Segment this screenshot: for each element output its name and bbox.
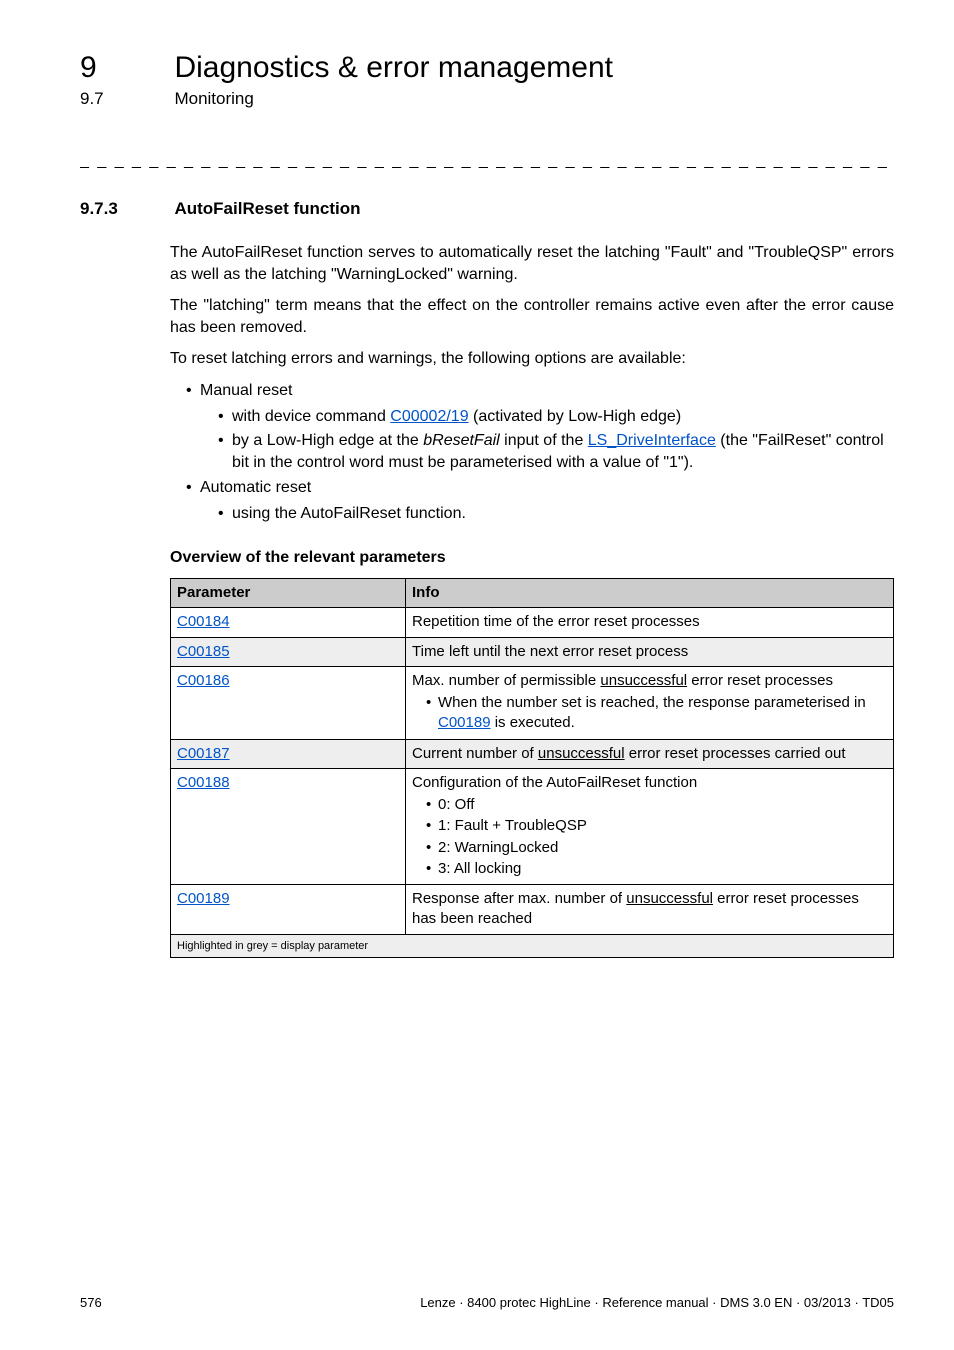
table-cell: Repetition time of the error reset proce… bbox=[406, 608, 894, 637]
sub-heading: Overview of the relevant parameters bbox=[170, 547, 894, 569]
text: with device command bbox=[232, 408, 390, 425]
paragraph: The AutoFailReset function serves to aut… bbox=[170, 242, 894, 285]
xref-link[interactable]: C00002/19 bbox=[390, 408, 468, 425]
text: When the number set is reached, the resp… bbox=[438, 694, 866, 711]
table-bullet: 3: All locking bbox=[426, 859, 887, 879]
text: is executed. bbox=[491, 714, 575, 731]
list-item: Automatic reset using the AutoFailReset … bbox=[186, 477, 894, 524]
table-cell: Time left until the next error reset pro… bbox=[406, 637, 894, 666]
table-bullet: 1: Fault + TroubleQSP bbox=[426, 816, 887, 836]
parameter-table: Parameter Info C00184 Repetition time of… bbox=[170, 578, 894, 958]
table-cell: Configuration of the AutoFailReset funct… bbox=[406, 768, 894, 884]
list-item: using the AutoFailReset function. bbox=[218, 503, 894, 525]
xref-link[interactable]: LS_DriveInterface bbox=[588, 432, 716, 449]
xref-link[interactable]: C00184 bbox=[177, 613, 230, 630]
text: Configuration of the AutoFailReset funct… bbox=[412, 774, 697, 791]
table-header: Info bbox=[406, 579, 894, 608]
table-bullet: 0: Off bbox=[426, 795, 887, 815]
table-cell: Response after max. number of unsuccessf… bbox=[406, 885, 894, 935]
chapter-title: Diagnostics & error management bbox=[174, 48, 613, 89]
text-underline: unsuccessful bbox=[600, 672, 687, 689]
text: Response after max. number of bbox=[412, 890, 626, 907]
paragraph: To reset latching errors and warnings, t… bbox=[170, 348, 894, 370]
text-italic: bResetFail bbox=[423, 432, 499, 449]
xref-link[interactable]: C00185 bbox=[177, 643, 230, 660]
text: using the AutoFailReset function. bbox=[232, 505, 466, 522]
table-cell: Current number of unsuccessful error res… bbox=[406, 739, 894, 768]
paragraph: The "latching" term means that the effec… bbox=[170, 295, 894, 338]
table-bullet: 2: WarningLocked bbox=[426, 838, 887, 858]
text-underline: unsuccessful bbox=[538, 745, 625, 762]
section-title-l3: AutoFailReset function bbox=[174, 198, 360, 221]
footer-meta: Lenze · 8400 protec HighLine · Reference… bbox=[420, 1294, 894, 1312]
text: Current number of bbox=[412, 745, 538, 762]
section-title-l2: Monitoring bbox=[174, 88, 253, 111]
xref-link[interactable]: C00189 bbox=[177, 890, 230, 907]
list-item-text: Manual reset bbox=[200, 382, 293, 399]
xref-link[interactable]: C00189 bbox=[438, 714, 491, 731]
table-cell: Max. number of permissible unsuccessful … bbox=[406, 666, 894, 739]
xref-link[interactable]: C00188 bbox=[177, 774, 230, 791]
text: (activated by Low-High edge) bbox=[469, 408, 682, 425]
text-underline: unsuccessful bbox=[626, 890, 713, 907]
text: error reset processes bbox=[687, 672, 833, 689]
table-footnote: Highlighted in grey = display parameter bbox=[171, 934, 894, 958]
text: input of the bbox=[500, 432, 588, 449]
list-item: with device command C00002/19 (activated… bbox=[218, 406, 894, 428]
list-item: by a Low-High edge at the bResetFail inp… bbox=[218, 430, 894, 473]
page-footer: 576 Lenze · 8400 protec HighLine · Refer… bbox=[80, 1294, 894, 1312]
table-bullet: When the number set is reached, the resp… bbox=[426, 693, 887, 734]
list-item-text: Automatic reset bbox=[200, 479, 311, 496]
page-number: 576 bbox=[80, 1294, 102, 1312]
section-number-l3: 9.7.3 bbox=[80, 198, 170, 221]
xref-link[interactable]: C00186 bbox=[177, 672, 230, 689]
text: error reset processes carried out bbox=[625, 745, 846, 762]
list-item: Manual reset with device command C00002/… bbox=[186, 380, 894, 473]
section-number-l2: 9.7 bbox=[80, 88, 170, 111]
text: by a Low-High edge at the bbox=[232, 432, 423, 449]
separator-dash: _ _ _ _ _ _ _ _ _ _ _ _ _ _ _ _ _ _ _ _ … bbox=[80, 150, 894, 172]
xref-link[interactable]: C00187 bbox=[177, 745, 230, 762]
bullet-list: Manual reset with device command C00002/… bbox=[170, 380, 894, 525]
chapter-number: 9 bbox=[80, 48, 170, 89]
table-header: Parameter bbox=[171, 579, 406, 608]
text: Max. number of permissible bbox=[412, 672, 600, 689]
